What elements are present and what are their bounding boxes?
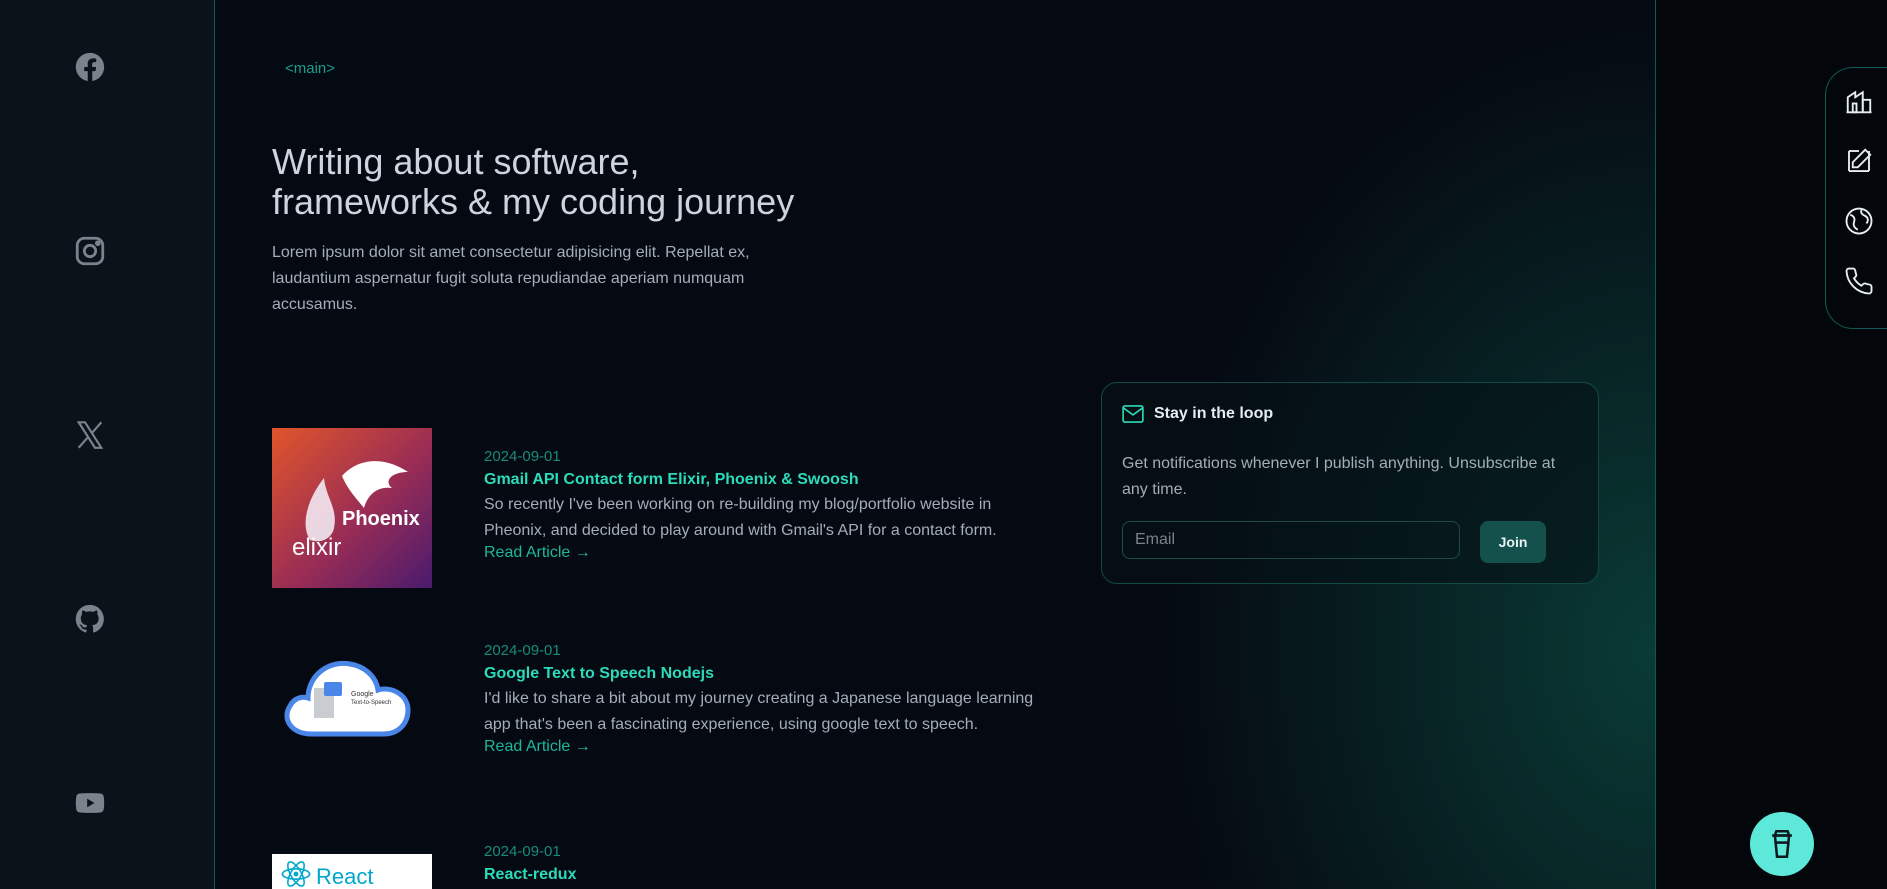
read-article-link[interactable]: Read Article →	[484, 738, 1044, 756]
article-thumbnail-react[interactable]: React	[272, 854, 432, 889]
article-title[interactable]: Google Text to Speech Nodejs	[484, 665, 1044, 683]
article-item: Phoenix elixir 2024-09-01 Gmail API Cont…	[272, 428, 1072, 588]
coffee-button[interactable]	[1750, 812, 1814, 876]
thumb-phoenix-text: Phoenix	[342, 508, 420, 530]
main-tag-label: <main>	[285, 60, 336, 77]
edit-icon[interactable]	[1844, 146, 1876, 178]
thumb-tts-text: Text-to-Speech	[351, 700, 392, 706]
newsletter-title: Stay in the loop	[1154, 405, 1274, 422]
read-article-link[interactable]: Read Article →	[484, 544, 1044, 562]
article-title[interactable]: React-redux	[484, 866, 1044, 884]
page-title-line2: frameworks & my coding journey	[272, 181, 795, 222]
page-title: Writing about software, frameworks & my …	[272, 142, 892, 222]
x-icon[interactable]	[70, 415, 110, 455]
article-title[interactable]: Gmail API Contact form Elixir, Phoenix &…	[484, 471, 1044, 489]
article-date: 2024-09-01	[484, 642, 561, 659]
article-date: 2024-09-01	[484, 448, 561, 465]
email-input[interactable]	[1122, 521, 1460, 559]
article-item: React 2024-09-01 React-redux	[272, 843, 1072, 889]
thumb-elixir-text: elixir	[292, 534, 342, 561]
phone-icon[interactable]	[1844, 266, 1876, 298]
page-description: Lorem ipsum dolor sit amet consectetur a…	[272, 244, 750, 313]
article-description: I'd like to share a bit about my journey…	[484, 690, 1034, 733]
facebook-icon[interactable]	[70, 47, 110, 87]
social-sidebar	[0, 0, 214, 889]
newsletter-card: Stay in the loop Get notifications whene…	[1101, 382, 1599, 584]
side-navigation	[1825, 67, 1887, 329]
article-meta: 2024-09-01 React-redux	[484, 843, 1044, 884]
article-thumbnail-google-tts[interactable]: Google Text-to-Speech	[272, 646, 432, 746]
article-item: Google Text-to-Speech 2024-09-01 Google …	[272, 642, 1072, 784]
react-logo-icon	[281, 861, 311, 887]
thumb-react-text: React	[316, 864, 374, 889]
article-meta: 2024-09-01 Google Text to Speech Nodejs …	[484, 642, 1044, 756]
page-title-line1: Writing about software,	[272, 141, 640, 182]
article-meta: 2024-09-01 Gmail API Contact form Elixir…	[484, 448, 1044, 562]
coffee-cup-icon	[1772, 829, 1792, 859]
main-content: <main> Writing about software, framework…	[214, 0, 1656, 889]
article-thumbnail-elixir[interactable]: Phoenix elixir	[272, 428, 432, 588]
article-date: 2024-09-01	[484, 843, 561, 860]
join-button[interactable]: Join	[1480, 521, 1546, 563]
github-icon[interactable]	[70, 599, 110, 639]
instagram-icon[interactable]	[70, 231, 110, 271]
youtube-icon[interactable]	[70, 783, 110, 823]
newsletter-header: Stay in the loop	[1122, 405, 1273, 423]
thumb-google-text: Google	[351, 691, 374, 698]
newsletter-text: Get notifications whenever I publish any…	[1122, 455, 1556, 498]
globe-icon[interactable]	[1844, 206, 1876, 238]
mail-icon	[1122, 405, 1144, 423]
article-description: So recently I've been working on re-buil…	[484, 496, 997, 539]
home-icon[interactable]	[1844, 86, 1876, 118]
